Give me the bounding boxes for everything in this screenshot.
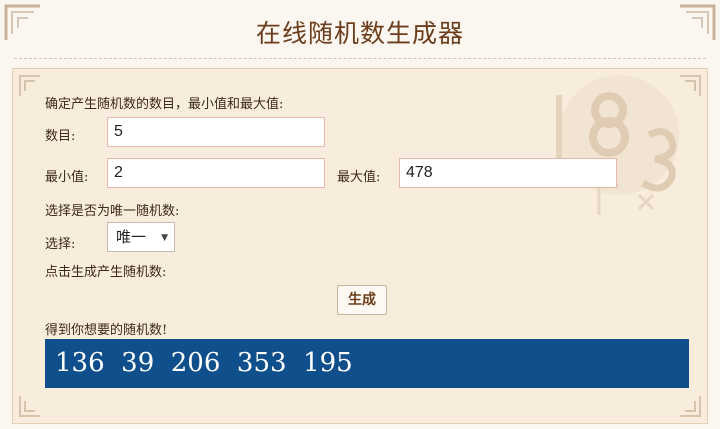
count-label: 数目: xyxy=(45,129,76,144)
select-label: 选择: xyxy=(45,237,76,252)
unique-select-value: 唯一 xyxy=(116,228,147,246)
max-label: 最大值: xyxy=(337,170,381,185)
header-divider xyxy=(14,58,706,59)
triangle-down-icon: ▼ xyxy=(161,233,168,243)
page-header: 在线随机数生成器 xyxy=(0,0,720,62)
page-title: 在线随机数生成器 xyxy=(255,19,464,48)
panel-corner-icon xyxy=(680,75,701,96)
unique-select[interactable]: 唯一 ▼ xyxy=(107,222,175,252)
panel-corner-icon xyxy=(680,396,701,417)
intro-label: 确定产生随机数的数目，最小值和最大值: xyxy=(45,97,284,112)
result-display: 136 39 206 353 195 xyxy=(45,339,689,388)
unique-prompt: 选择是否为唯一随机数: xyxy=(45,204,180,219)
generate-prompt: 点击生成产生随机数: xyxy=(45,265,167,280)
panel-corner-icon xyxy=(19,75,40,96)
numbers-watermark-icon xyxy=(556,75,679,215)
generate-button[interactable]: 生成 xyxy=(337,285,387,315)
count-input[interactable]: 5 xyxy=(107,117,325,147)
result-prompt: 得到你想要的随机数! xyxy=(45,323,168,338)
min-label: 最小值: xyxy=(45,170,89,185)
max-input[interactable]: 478 xyxy=(399,158,617,188)
panel-corner-icon xyxy=(19,396,40,417)
min-input[interactable]: 2 xyxy=(107,158,325,188)
generator-panel: 确定产生随机数的数目，最小值和最大值: 数目: 5 最小值: 2 最大值: 47… xyxy=(12,68,708,424)
